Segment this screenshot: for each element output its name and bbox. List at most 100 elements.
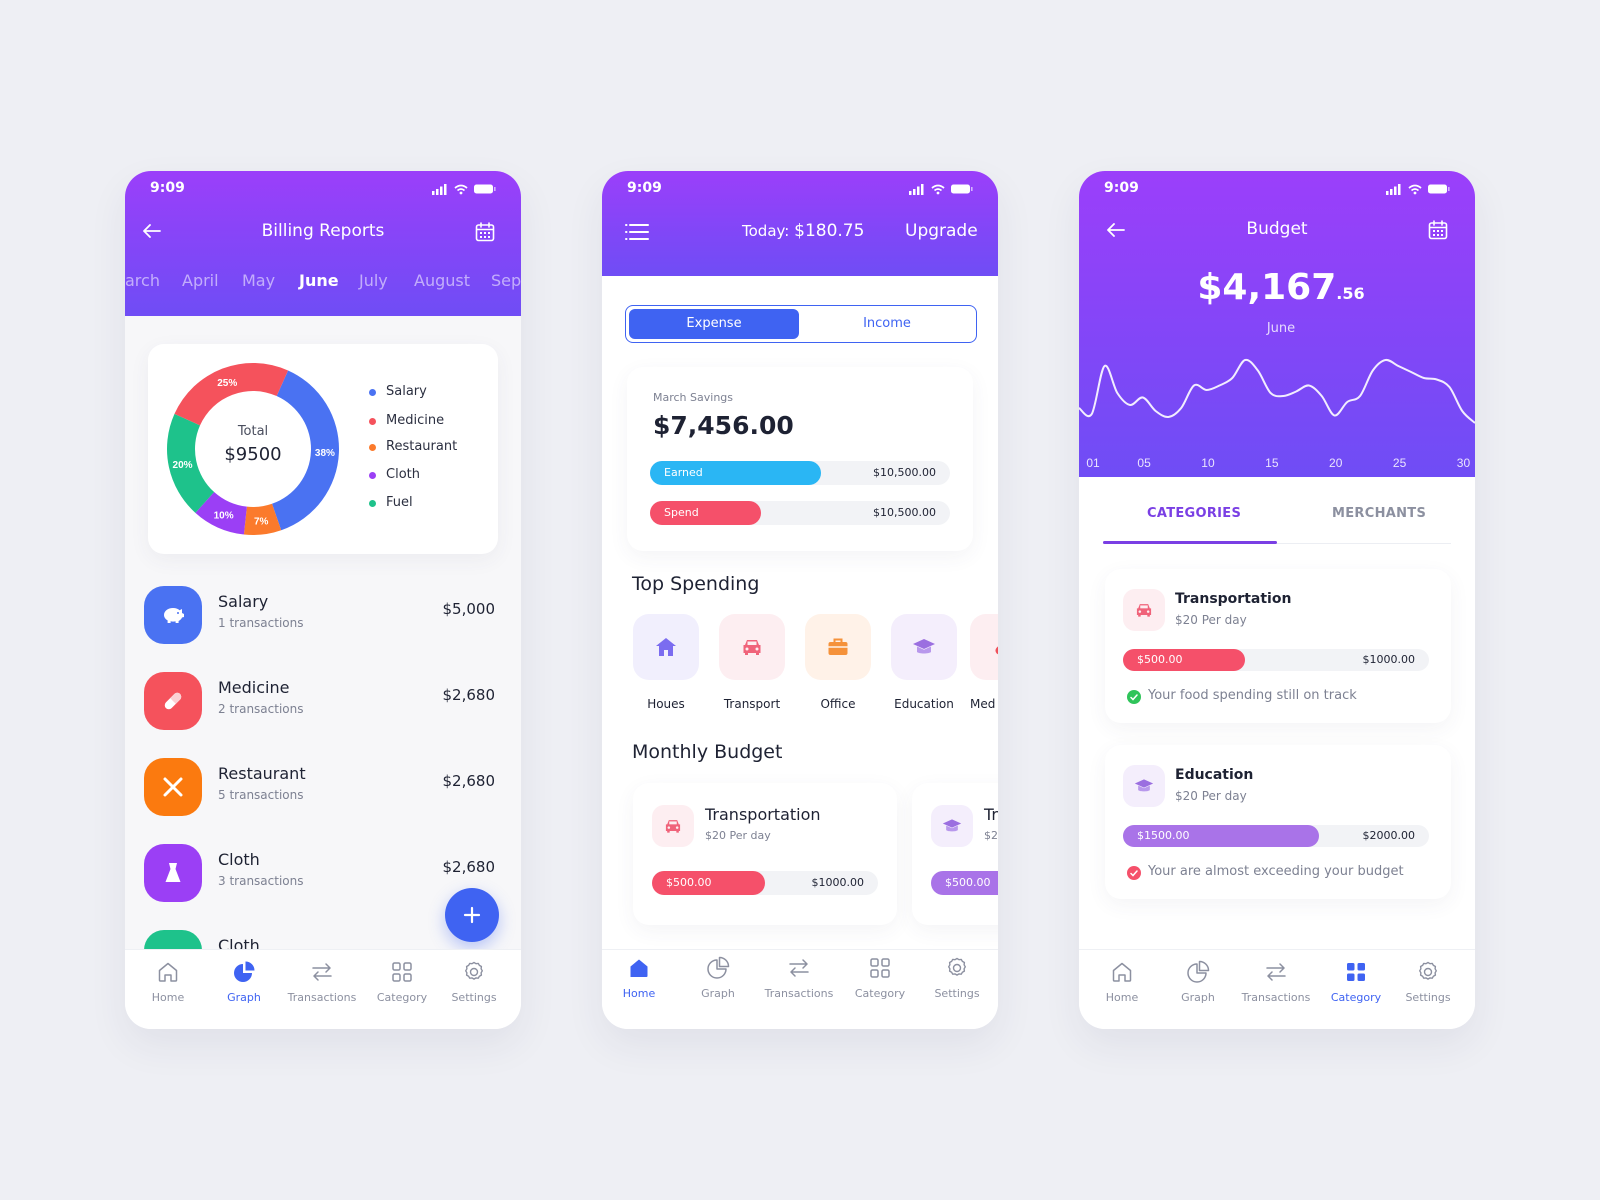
- status-time: 9:09: [1104, 180, 1139, 196]
- month-tab-august[interactable]: August: [414, 271, 470, 290]
- budget-card-transportation[interactable]: Transportation $20 Per day $500.00 $1000…: [633, 783, 897, 925]
- salary-category-icon: [144, 586, 202, 644]
- spend-bar: Spend $10,500.00: [650, 501, 950, 525]
- nav-settings[interactable]: Settings: [436, 960, 512, 1016]
- nav-label: Graph: [227, 991, 261, 1004]
- legend-label: Medicine: [386, 413, 445, 428]
- status-bar: 9:09: [602, 171, 998, 211]
- calendar-icon[interactable]: [1428, 220, 1448, 240]
- page-title: Billing Reports: [261, 221, 385, 241]
- nav-label: Home: [151, 991, 185, 1004]
- budget-bar: $500.00: [931, 871, 998, 895]
- active-tab-indicator: [1103, 541, 1277, 544]
- nav-home[interactable]: Home: [602, 956, 677, 1012]
- earned-value: $10,500.00: [873, 466, 936, 479]
- month-tab-july[interactable]: July: [359, 271, 388, 290]
- top-spending-label: Houes: [647, 697, 685, 711]
- nav-label: Home: [622, 987, 656, 1000]
- donut-percent-label: 25%: [217, 378, 237, 389]
- tx-name: Restaurant: [218, 764, 306, 783]
- top-spending-education[interactable]: [891, 614, 957, 680]
- spend-bar-fill: Spend: [650, 501, 761, 525]
- expense-income-toggle: Expense Income: [625, 305, 977, 343]
- legend-label: Salary: [386, 384, 427, 399]
- nav-home[interactable]: Home: [1084, 960, 1160, 1016]
- tx-name: Cloth: [218, 850, 260, 869]
- x-tick-label: 01: [1086, 456, 1100, 470]
- nav-label: Transactions: [287, 991, 357, 1004]
- upgrade-link[interactable]: Upgrade: [905, 221, 978, 241]
- graduation-cap-icon: [942, 819, 962, 832]
- nav-graph[interactable]: Graph: [206, 960, 282, 1016]
- tx-name: Salary: [218, 592, 269, 611]
- top-spending-medicine[interactable]: [970, 614, 998, 680]
- tx-amount: $2,680: [442, 686, 496, 704]
- month-tab-march[interactable]: arch: [125, 271, 160, 290]
- add-transaction-button[interactable]: [445, 888, 499, 942]
- nav-category[interactable]: Category: [842, 956, 918, 1012]
- top-spending-houses[interactable]: [633, 614, 699, 680]
- budget-category-icon: [931, 805, 973, 847]
- tx-amount: $5,000: [442, 600, 496, 618]
- tx-count: 3 transactions: [218, 874, 304, 888]
- budget-limit: $2000.00: [1362, 829, 1416, 842]
- tab-categories[interactable]: CATEGORIES: [1147, 506, 1241, 521]
- car-icon: [665, 820, 681, 833]
- nav-label: Settings: [934, 987, 980, 1000]
- medicine-category-icon: [144, 672, 202, 730]
- nav-settings[interactable]: Settings: [919, 956, 995, 1012]
- month-tab-june[interactable]: June: [299, 271, 339, 290]
- x-tick-label: 30: [1457, 456, 1471, 470]
- nav-transactions[interactable]: Transactions: [1238, 960, 1314, 1016]
- transfer-icon: [789, 959, 809, 977]
- nav-category[interactable]: Category: [1318, 960, 1394, 1016]
- budget-bar-fill: $500.00: [1123, 649, 1246, 671]
- nav-label: Settings: [1405, 991, 1451, 1004]
- transfer-icon: [312, 963, 332, 981]
- nav-settings[interactable]: Settings: [1390, 960, 1466, 1016]
- calendar-icon[interactable]: [475, 222, 495, 242]
- cloth-category-icon: [144, 844, 202, 902]
- month-tab-april[interactable]: April: [182, 271, 219, 290]
- nav-category[interactable]: Category: [364, 960, 440, 1016]
- budget-card-education[interactable]: Education $20 Per day $1500.00 $2000.00 …: [1105, 745, 1451, 899]
- income-tab[interactable]: Income: [802, 309, 972, 339]
- budget-card-partial[interactable]: Tra $20 $500.00: [912, 783, 998, 925]
- budget-bar: $500.00 $1000.00: [652, 871, 878, 895]
- expense-tab[interactable]: Expense: [629, 309, 799, 339]
- top-spending-office[interactable]: [805, 614, 871, 680]
- expense-screen: 9:09 Today: $180.75 Upgrade Expense Inco…: [602, 171, 998, 1029]
- nav-graph[interactable]: Graph: [1160, 960, 1236, 1016]
- warning-check-icon: [1127, 866, 1141, 880]
- legend-dot: [369, 444, 376, 451]
- budget-rate: $20 Per day: [1175, 789, 1247, 803]
- x-tick-label: 10: [1201, 456, 1215, 470]
- pill-icon: [164, 692, 182, 710]
- legend-item-fuel: Fuel: [369, 495, 413, 510]
- bottom-nav: Home Graph Transactions Category Setting…: [125, 949, 521, 1029]
- budget-bar-fill: $1500.00: [1123, 825, 1319, 847]
- dress-icon: [165, 863, 181, 882]
- top-spending-transport[interactable]: [719, 614, 785, 680]
- bottom-nav: Home Graph Transactions Category Setting…: [602, 949, 998, 1029]
- menu-icon[interactable]: [625, 223, 649, 241]
- legend-item-medicine: Medicine: [369, 413, 445, 428]
- top-spending-title: Top Spending: [632, 573, 760, 595]
- legend-label: Cloth: [386, 467, 420, 482]
- budget-card-transportation[interactable]: Transportation $20 Per day $500.00 $1000…: [1105, 569, 1451, 723]
- nav-transactions[interactable]: Transactions: [761, 956, 837, 1012]
- tab-merchants[interactable]: MERCHANTS: [1332, 506, 1426, 521]
- donut-card: 38% 7% 10% 20% 25% Total $9500 Salary Medici…: [148, 344, 498, 554]
- gear-icon: [948, 957, 966, 976]
- nav-label: Home: [1105, 991, 1139, 1004]
- budget-rate: $20 Per day: [705, 829, 771, 842]
- month-tab-may[interactable]: May: [242, 271, 275, 290]
- nav-transactions[interactable]: Transactions: [284, 960, 360, 1016]
- nav-graph[interactable]: Graph: [680, 956, 756, 1012]
- month-tab-september[interactable]: Sept: [491, 271, 521, 290]
- nav-home[interactable]: Home: [130, 960, 206, 1016]
- spending-line: [1079, 358, 1475, 424]
- nav-label: Transactions: [1241, 991, 1311, 1004]
- budget-status: Your food spending still on track: [1148, 688, 1357, 703]
- status-indicators-icon: [432, 184, 496, 195]
